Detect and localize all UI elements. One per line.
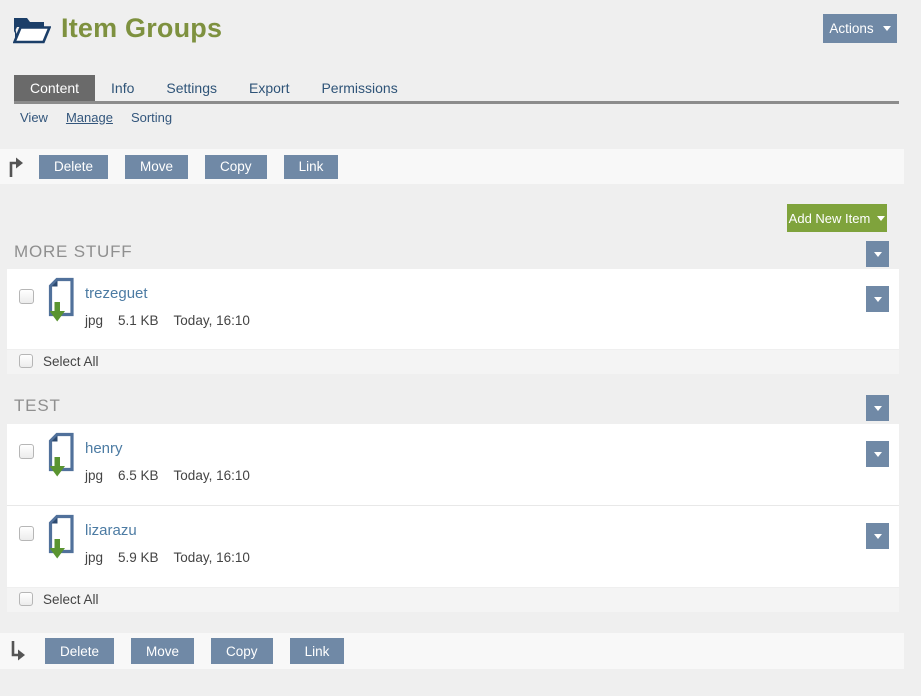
row-checkbox[interactable] [19, 289, 34, 304]
chevron-down-icon [874, 534, 882, 539]
row-checkbox[interactable] [19, 444, 34, 459]
file-row-lizarazu: lizarazu jpg 5.9 KB Today, 16:10 [7, 506, 899, 587]
link-button[interactable]: Link [290, 638, 345, 664]
add-new-item-button[interactable]: Add New Item [787, 204, 887, 232]
row-checkbox[interactable] [19, 526, 34, 541]
file-download-icon [45, 514, 75, 565]
file-meta: jpg 5.9 KB Today, 16:10 [85, 550, 265, 565]
subnav-view[interactable]: View [20, 110, 48, 125]
file-link[interactable]: henry [85, 440, 123, 457]
chevron-down-icon [874, 406, 882, 411]
section-header-more-stuff: MORE STUFF [14, 242, 133, 262]
actions-button-label: Actions [829, 21, 873, 36]
row-menu-button[interactable] [866, 286, 889, 312]
file-download-icon [45, 277, 75, 328]
tab-bar: Content Info Settings Export Permissions [14, 75, 414, 101]
sub-nav: View Manage Sorting [20, 110, 172, 125]
arrow-up-right-icon [6, 156, 23, 178]
move-button[interactable]: Move [125, 155, 188, 179]
subnav-sorting[interactable]: Sorting [131, 110, 172, 125]
delete-button[interactable]: Delete [45, 638, 114, 664]
bulk-toolbar-top: Delete Move Copy Link [0, 149, 904, 184]
subnav-manage[interactable]: Manage [66, 110, 113, 125]
file-link[interactable]: trezeguet [85, 285, 148, 302]
tab-underline [14, 101, 899, 104]
row-menu-button[interactable] [866, 441, 889, 467]
section-menu-button[interactable] [866, 241, 889, 267]
chevron-down-icon [874, 252, 882, 257]
chevron-down-icon [877, 216, 885, 221]
move-button[interactable]: Move [131, 638, 194, 664]
select-all-checkbox[interactable] [19, 354, 33, 368]
file-size: 6.5 KB [118, 468, 159, 483]
file-date: Today, 16:10 [174, 468, 250, 483]
section-header-test: TEST [14, 396, 61, 416]
file-ext: jpg [85, 550, 103, 565]
tab-content[interactable]: Content [14, 75, 95, 101]
tab-permissions[interactable]: Permissions [305, 75, 413, 101]
file-ext: jpg [85, 468, 103, 483]
select-all-label: Select All [43, 592, 99, 607]
select-all-bar: Select All [7, 588, 899, 612]
file-ext: jpg [85, 313, 103, 328]
tab-export[interactable]: Export [233, 75, 305, 101]
file-download-icon [45, 432, 75, 483]
chevron-down-icon [874, 297, 882, 302]
select-all-label: Select All [43, 354, 99, 369]
file-link[interactable]: lizarazu [85, 522, 137, 539]
select-all-checkbox[interactable] [19, 592, 33, 606]
folder-open-icon [13, 15, 51, 50]
delete-button[interactable]: Delete [39, 155, 108, 179]
actions-button[interactable]: Actions [823, 14, 897, 43]
link-button[interactable]: Link [284, 155, 339, 179]
copy-button[interactable]: Copy [205, 155, 267, 179]
file-date: Today, 16:10 [174, 313, 250, 328]
file-date: Today, 16:10 [174, 550, 250, 565]
arrow-down-right-icon [8, 640, 25, 662]
file-row-henry: henry jpg 6.5 KB Today, 16:10 [7, 424, 899, 506]
select-all-bar: Select All [7, 350, 899, 374]
file-size: 5.1 KB [118, 313, 159, 328]
tab-settings[interactable]: Settings [150, 75, 233, 101]
chevron-down-icon [883, 26, 891, 31]
copy-button[interactable]: Copy [211, 638, 273, 664]
section-menu-button[interactable] [866, 395, 889, 421]
file-row-trezeguet: trezeguet jpg 5.1 KB Today, 16:10 [7, 269, 899, 349]
file-size: 5.9 KB [118, 550, 159, 565]
file-meta: jpg 6.5 KB Today, 16:10 [85, 468, 265, 483]
bulk-toolbar-bottom: Delete Move Copy Link [0, 633, 904, 669]
page-title: Item Groups [61, 13, 222, 44]
tab-info[interactable]: Info [95, 75, 150, 101]
chevron-down-icon [874, 452, 882, 457]
file-meta: jpg 5.1 KB Today, 16:10 [85, 313, 265, 328]
row-menu-button[interactable] [866, 523, 889, 549]
add-new-item-label: Add New Item [789, 211, 871, 226]
